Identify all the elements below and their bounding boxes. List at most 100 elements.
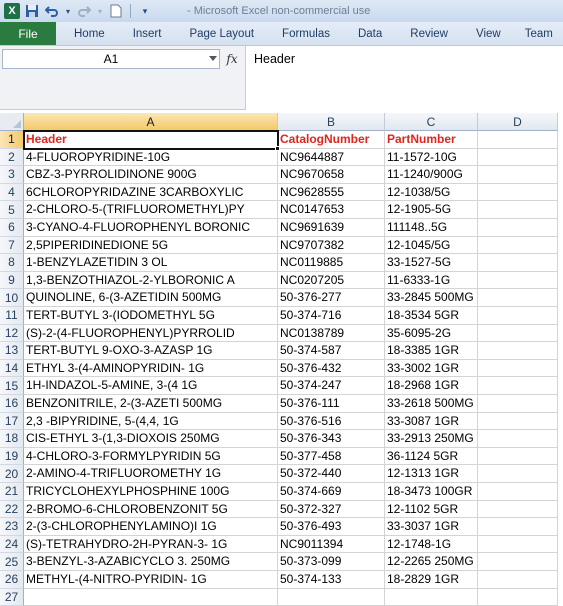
fill-handle[interactable] — [275, 145, 280, 151]
row-header[interactable]: 17 — [0, 412, 24, 431]
cell[interactable]: NC0119885 — [278, 254, 385, 272]
cell[interactable]: 50-372-327 — [278, 500, 385, 519]
cell[interactable] — [478, 271, 558, 290]
cell[interactable] — [478, 166, 558, 184]
cell[interactable] — [478, 412, 558, 431]
cell[interactable] — [478, 183, 558, 202]
cell[interactable] — [478, 148, 558, 167]
cell[interactable]: 11-6333-1G — [385, 271, 478, 290]
cell[interactable] — [278, 588, 385, 606]
cell[interactable]: NC9691639 — [278, 219, 385, 237]
cell[interactable] — [478, 518, 558, 536]
cell[interactable] — [478, 236, 558, 255]
row-header[interactable]: 19 — [0, 447, 24, 466]
cell[interactable] — [478, 535, 558, 554]
cell[interactable]: 50-374-587 — [278, 342, 385, 360]
cell[interactable]: (S)-TETRAHYDRO-2H-PYRAN-3- 1G — [24, 535, 278, 554]
cell[interactable]: 1-BENZYLAZETIDIN 3 OL — [24, 254, 278, 272]
cell[interactable]: 18-2968 1GR — [385, 377, 478, 395]
cell[interactable]: ETHYL 3-(4-AMINOPYRIDIN- 1G — [24, 359, 278, 378]
row-header[interactable]: 20 — [0, 465, 24, 483]
row-header[interactable]: 6 — [0, 219, 24, 237]
cell[interactable]: PartNumber — [385, 131, 478, 149]
cell[interactable]: 4-CHLORO-3-FORMYLPYRIDIN 5G — [24, 447, 278, 466]
cell[interactable]: TERT-BUTYL 3-(IODOMETHYL 5G — [24, 307, 278, 325]
cell[interactable]: 35-6095-2G — [385, 324, 478, 343]
cell[interactable]: 33-3087 1GR — [385, 412, 478, 431]
cell[interactable]: NC0138789 — [278, 324, 385, 343]
cell[interactable]: 50-376-493 — [278, 518, 385, 536]
cell[interactable]: 6CHLOROPYRIDAZINE 3CARBOXYLIC — [24, 183, 278, 202]
cell[interactable]: BENZONITRILE, 2-(3-AZETI 500MG — [24, 395, 278, 413]
cell[interactable]: 33-2845 500MG — [385, 289, 478, 307]
cell[interactable]: NC9644887 — [278, 148, 385, 167]
cell[interactable]: 4-FLUOROPYRIDINE-10G — [24, 148, 278, 167]
cell[interactable]: 36-1124 5GR — [385, 447, 478, 466]
cell[interactable]: 50-377-458 — [278, 447, 385, 466]
row-header[interactable]: 15 — [0, 377, 24, 395]
formula-input[interactable]: Header — [245, 46, 563, 110]
chevron-down-icon[interactable]: ▾ — [96, 3, 104, 19]
save-icon[interactable] — [24, 3, 40, 19]
cell[interactable]: 11-1240/900G — [385, 166, 478, 184]
chevron-down-icon[interactable] — [209, 56, 217, 61]
cell[interactable] — [478, 571, 558, 589]
cell[interactable]: 18-3385 1GR — [385, 342, 478, 360]
row-header[interactable]: 3 — [0, 166, 24, 184]
tab-home[interactable]: Home — [56, 22, 115, 45]
cell[interactable]: 12-1905-5G — [385, 201, 478, 219]
cell[interactable] — [478, 307, 558, 325]
column-header-a[interactable]: A — [24, 113, 278, 131]
cell[interactable] — [478, 500, 558, 519]
tab-view[interactable]: View — [458, 22, 511, 45]
cell[interactable]: TRICYCLOHEXYLPHOSPHINE 100G — [24, 483, 278, 501]
cell[interactable]: 50-376-111 — [278, 395, 385, 413]
file-tab[interactable]: File — [0, 22, 56, 45]
row-header[interactable]: 22 — [0, 500, 24, 519]
row-header[interactable]: 24 — [0, 535, 24, 554]
cell[interactable]: 12-1038/5G — [385, 183, 478, 202]
cell[interactable] — [478, 219, 558, 237]
cell[interactable]: CIS-ETHYL 3-(1,3-DIOXOIS 250MG — [24, 430, 278, 448]
cell[interactable]: 12-1045/5G — [385, 236, 478, 255]
cell[interactable]: 2,3 -BIPYRIDINE, 5-(4,4, 1G — [24, 412, 278, 431]
cell[interactable] — [478, 430, 558, 448]
cell[interactable]: NC0147653 — [278, 201, 385, 219]
cell[interactable] — [478, 588, 558, 606]
tab-review[interactable]: Review — [392, 22, 458, 45]
row-header[interactable]: 14 — [0, 359, 24, 378]
chevron-down-icon[interactable]: ▾ — [64, 3, 72, 19]
cell[interactable]: 50-374-133 — [278, 571, 385, 589]
cell[interactable] — [478, 553, 558, 571]
cell[interactable]: 50-374-669 — [278, 483, 385, 501]
cell[interactable]: 50-374-247 — [278, 377, 385, 395]
row-header[interactable]: 25 — [0, 553, 24, 571]
customize-qat-icon[interactable]: ▾ — [137, 3, 153, 19]
cell[interactable]: 50-372-440 — [278, 465, 385, 483]
cell[interactable]: 1H-INDAZOL-5-AMINE, 3-(4 1G — [24, 377, 278, 395]
cell[interactable]: 2-(3-CHLOROPHENYLAMINO)I 1G — [24, 518, 278, 536]
cell[interactable] — [478, 483, 558, 501]
row-header[interactable]: 23 — [0, 518, 24, 536]
cell[interactable]: 111148..5G — [385, 219, 478, 237]
tab-insert[interactable]: Insert — [115, 22, 172, 45]
cell[interactable] — [478, 465, 558, 483]
row-header[interactable]: 12 — [0, 324, 24, 343]
cell[interactable] — [478, 254, 558, 272]
cell[interactable]: 1,3-BENZOTHIAZOL-2-YLBORONIC A — [24, 271, 278, 290]
cell[interactable]: 3-BENZYL-3-AZABICYCLO 3. 250MG — [24, 553, 278, 571]
cell[interactable] — [478, 131, 558, 149]
cell[interactable]: 50-376-277 — [278, 289, 385, 307]
column-header-c[interactable]: C — [385, 113, 478, 131]
cell[interactable] — [385, 588, 478, 606]
cell[interactable]: Header — [24, 131, 278, 149]
row-header[interactable]: 13 — [0, 342, 24, 360]
cell[interactable]: 50-376-343 — [278, 430, 385, 448]
row-header[interactable]: 21 — [0, 483, 24, 501]
cell[interactable]: 18-2829 1GR — [385, 571, 478, 589]
cell[interactable]: METHYL-(4-NITRO-PYRIDIN- 1G — [24, 571, 278, 589]
tab-team[interactable]: Team — [511, 22, 563, 45]
cell[interactable]: NC9628555 — [278, 183, 385, 202]
cell[interactable]: 33-2913 250MG — [385, 430, 478, 448]
cell[interactable]: 18-3473 100GR — [385, 483, 478, 501]
